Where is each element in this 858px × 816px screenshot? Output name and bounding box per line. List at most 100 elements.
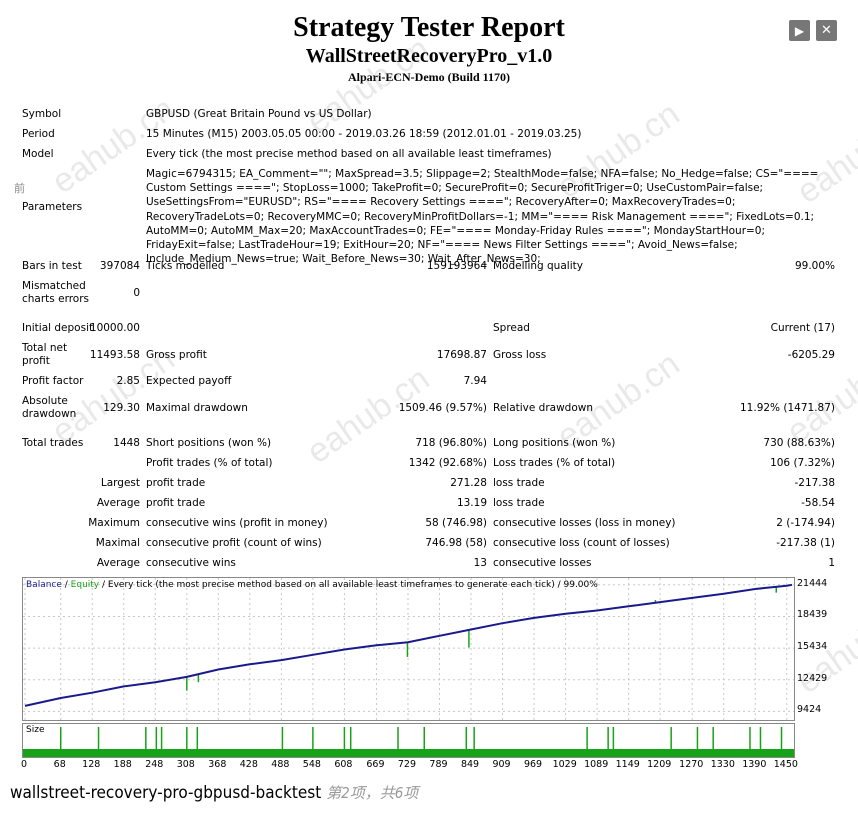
chart-legend: Balance / Equity / Every tick (the most …: [26, 580, 598, 590]
grossprofit-label: Gross profit: [146, 349, 207, 361]
average-loss-value: -58.54: [801, 497, 835, 509]
model-label: Model: [22, 148, 54, 160]
max-loss-value: -217.38 (1): [776, 537, 835, 549]
grossloss-value: -6205.29: [787, 349, 835, 361]
profit-trades-value: 1342 (92.68%): [408, 457, 487, 469]
bars-value: 397084: [99, 260, 140, 272]
y-tick-label: 18439: [797, 609, 828, 621]
x-tick-label: 849: [460, 759, 480, 770]
y-tick-label: 21444: [797, 577, 828, 589]
report-title: Strategy Tester Report: [293, 12, 565, 43]
legend-sep: /: [61, 580, 71, 590]
quality-label: Modelling quality: [493, 260, 583, 272]
x-tick-label: 428: [239, 759, 258, 770]
long-label: Long positions (won %): [493, 437, 616, 449]
x-tick-label: 68: [53, 759, 66, 770]
profit-trades-label: Profit trades (% of total): [146, 457, 273, 469]
x-tick-label: 128: [82, 759, 101, 770]
avg-wins-value: 13: [473, 557, 487, 569]
netprofit-label-2: profit: [22, 355, 50, 367]
reldd-label: Relative drawdown: [493, 402, 594, 414]
parameters-label: Parameters: [22, 201, 83, 213]
report-subtitle: WallStreetRecoveryPro_v1.0: [305, 45, 553, 67]
netprofit-value: 11493.58: [89, 349, 140, 361]
x-tick-label: 188: [113, 759, 132, 770]
max-wins-value: 58 (746.98): [425, 517, 487, 529]
balance-chart-svg: [23, 578, 794, 720]
largest-loss-label: loss trade: [493, 477, 545, 489]
mismatch-value: 0: [133, 287, 140, 299]
loss-trades-value: 106 (7.32%): [770, 457, 835, 469]
max-loss-label: consecutive loss (count of losses): [493, 537, 670, 549]
size-chart: [22, 723, 795, 758]
balance-chart: [22, 577, 795, 721]
legend-balance: Balance: [26, 580, 62, 590]
largest-loss-value: -217.38: [794, 477, 835, 489]
y-tick-label: 15434: [797, 641, 828, 653]
avg-losses-value: 1: [828, 557, 835, 569]
spread-label: Spread: [493, 322, 530, 334]
x-tick-label: 789: [429, 759, 448, 770]
x-tick-label: 1149: [615, 759, 640, 770]
spread-value: Current (17): [770, 322, 835, 334]
mismatch-label-2: charts errors: [22, 293, 89, 305]
x-tick-label: 909: [492, 759, 511, 770]
close-icon[interactable]: ✕: [816, 20, 837, 41]
netprofit-label: Total net: [22, 342, 68, 354]
long-value: 730 (88.63%): [763, 437, 835, 449]
x-tick-label: 1330: [710, 759, 735, 770]
maximal-label: Maximal: [95, 537, 140, 549]
size-chart-svg: [23, 727, 794, 757]
maximum-label: Maximum: [88, 517, 140, 529]
deposit-value: 10000.00: [89, 322, 140, 334]
legend-description: / Every tick (the most precise method ba…: [99, 580, 598, 590]
x-tick-label: 729: [397, 759, 417, 770]
symbol-value: GBPUSD (Great Britain Pound vs US Dollar…: [146, 108, 372, 120]
max-losses-value: 2 (-174.94): [776, 517, 835, 529]
x-tick-label: 969: [523, 759, 543, 770]
mismatch-label: Mismatched: [22, 280, 86, 292]
payoff-label: Expected payoff: [146, 375, 232, 387]
average-profit-label: profit trade: [146, 497, 206, 509]
absdd-label: Absolute: [22, 395, 68, 407]
largest-profit-label: profit trade: [146, 477, 206, 489]
profit-factor-value: 2.85: [116, 375, 140, 387]
period-label: Period: [22, 128, 55, 140]
loss-trades-label: Loss trades (% of total): [493, 457, 616, 469]
x-tick-label: 548: [302, 759, 321, 770]
bars-label: Bars in test: [22, 260, 82, 272]
max-wins-label: consecutive wins (profit in money): [146, 517, 328, 529]
grossprofit-value: 17698.87: [436, 349, 487, 361]
quality-value: 99.00%: [794, 260, 835, 272]
grossloss-label: Gross loss: [493, 349, 547, 361]
x-tick-label: 1450: [773, 759, 798, 770]
short-label: Short positions (won %): [146, 437, 272, 449]
parameters-value: Magic=6794315; EA_Comment=""; MaxSpread=…: [146, 168, 819, 266]
side-marker: 前: [14, 182, 25, 195]
next-icon[interactable]: ▶: [789, 20, 810, 41]
ticks-label: Ticks modelled: [146, 260, 225, 272]
x-tick-label: 669: [366, 759, 385, 770]
x-tick-label: 308: [176, 759, 195, 770]
legend-equity: Equity: [70, 580, 100, 590]
x-tick-label: 368: [208, 759, 227, 770]
average-label: Average: [96, 497, 140, 509]
total-trades-label: Total trades: [22, 437, 84, 449]
x-tick-label: 608: [334, 759, 353, 770]
x-tick-label: 1209: [647, 759, 672, 770]
max-losses-label: consecutive losses (loss in money): [493, 517, 676, 529]
x-tick-label: 248: [145, 759, 164, 770]
short-value: 718 (96.80%): [415, 437, 487, 449]
x-tick-label: 0: [20, 759, 28, 770]
absdd-value: 129.30: [103, 402, 140, 414]
size-baseline: [23, 749, 794, 757]
x-tick-label: 1390: [742, 759, 767, 770]
caption-title: wallstreet-recovery-pro-gbpusd-backtest: [10, 783, 322, 803]
report-server: Alpari-ECN-Demo (Build 1170): [348, 70, 510, 84]
size-label: Size: [26, 725, 45, 735]
total-trades-value: 1448: [113, 437, 140, 449]
max-profit-label: consecutive profit (count of wins): [146, 537, 322, 549]
ticks-value: 159193964: [426, 260, 487, 272]
x-tick-label: 1029: [552, 759, 577, 770]
largest-profit-value: 271.28: [450, 477, 487, 489]
